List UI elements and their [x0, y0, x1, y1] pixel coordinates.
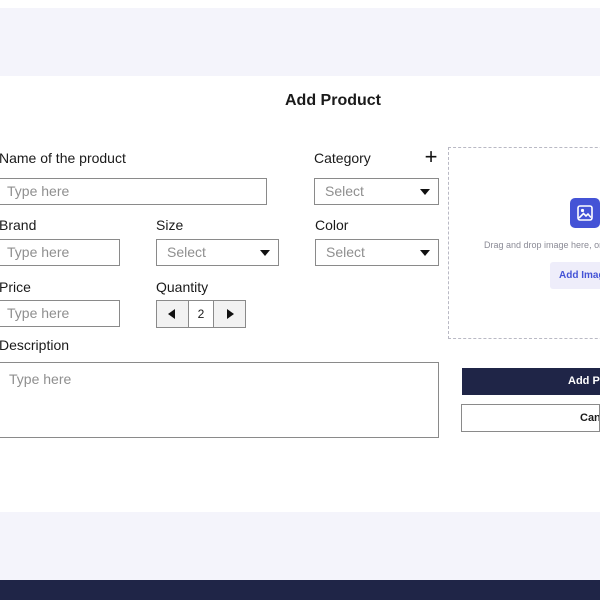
quantity-stepper[interactable]: 2	[156, 300, 246, 328]
plus-icon[interactable]: +	[423, 146, 439, 168]
arrow-left-icon	[168, 309, 175, 319]
chevron-down-icon	[420, 189, 430, 195]
quantity-value[interactable]: 2	[188, 301, 214, 327]
footer-band	[0, 512, 600, 580]
cancel-button[interactable]: Cancel	[461, 404, 600, 432]
add-product-button[interactable]: Add Product	[462, 368, 600, 395]
size-label: Size	[156, 217, 184, 233]
size-select[interactable]: Select	[156, 239, 279, 266]
brand-label: Brand	[0, 217, 37, 233]
color-select-value: Select	[326, 244, 365, 260]
arrow-right-icon	[227, 309, 234, 319]
page-title: Add Product	[285, 92, 381, 109]
category-select-value: Select	[325, 183, 364, 199]
size-select-value: Select	[167, 244, 206, 260]
product-name-label: Name of the product	[0, 150, 126, 166]
image-dropzone[interactable]: Drag and drop image here, or Add Image	[448, 147, 600, 339]
category-select[interactable]: Select	[314, 178, 439, 205]
add-image-button[interactable]: Add Image	[550, 262, 600, 289]
color-select[interactable]: Select	[315, 239, 439, 266]
category-label: Category	[314, 150, 371, 166]
chevron-down-icon	[420, 250, 430, 256]
brand-input[interactable]: Type here	[0, 239, 120, 266]
chevron-down-icon	[260, 250, 270, 256]
description-label: Description	[0, 337, 70, 353]
decrement-button[interactable]	[157, 301, 188, 327]
price-input[interactable]: Type here	[0, 300, 120, 327]
header-band	[0, 8, 600, 76]
product-name-input[interactable]: Type here	[0, 178, 267, 205]
increment-button[interactable]	[214, 301, 245, 327]
image-upload-icon	[570, 198, 600, 228]
description-textarea[interactable]: Type here	[0, 362, 439, 438]
dropzone-hint: Drag and drop image here, or	[484, 240, 600, 250]
price-label: Price	[0, 279, 31, 295]
footer-bar	[0, 580, 600, 600]
color-label: Color	[315, 217, 349, 233]
quantity-label: Quantity	[156, 279, 209, 295]
